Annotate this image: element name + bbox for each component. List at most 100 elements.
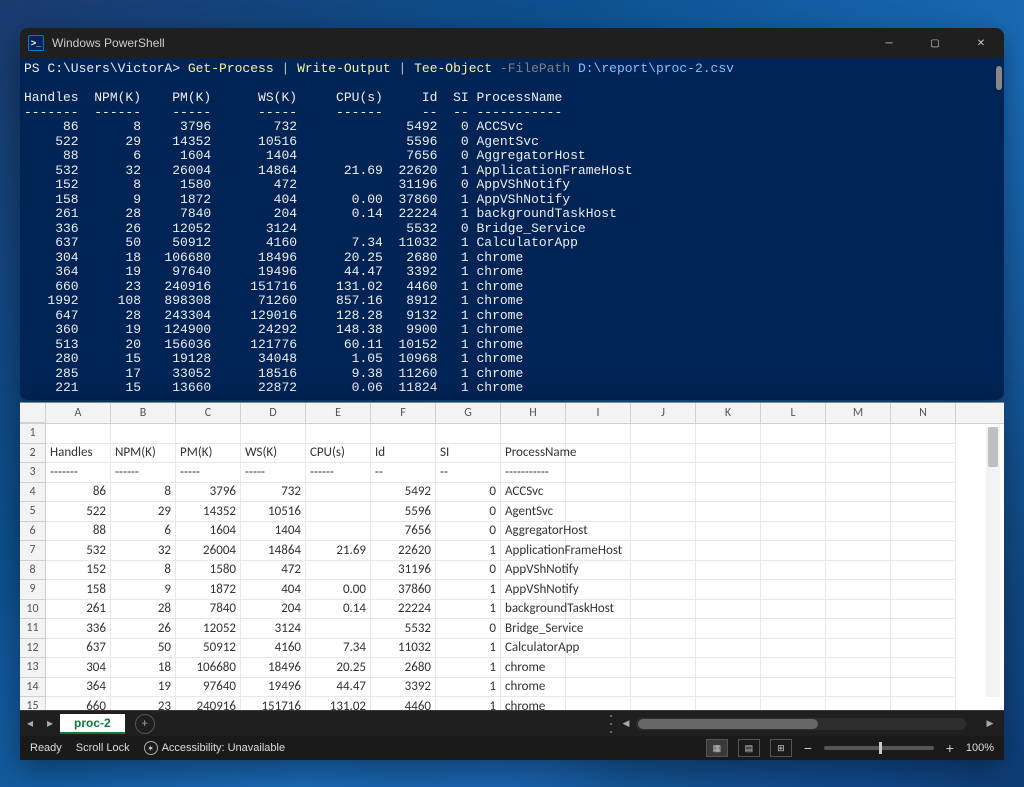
- cell[interactable]: 472: [241, 561, 306, 581]
- cell[interactable]: -------: [46, 463, 111, 483]
- column-header[interactable]: B: [111, 403, 176, 423]
- cell[interactable]: [566, 541, 631, 561]
- cell[interactable]: [306, 522, 371, 542]
- cell[interactable]: 404: [241, 580, 306, 600]
- cell[interactable]: 1: [436, 541, 501, 561]
- cell[interactable]: [826, 502, 891, 522]
- row-header[interactable]: 9: [20, 580, 46, 600]
- cell[interactable]: 18496: [241, 658, 306, 678]
- cell[interactable]: [631, 424, 696, 444]
- cell[interactable]: [631, 580, 696, 600]
- zoom-out-button[interactable]: −: [802, 740, 814, 756]
- column-header[interactable]: K: [696, 403, 761, 423]
- cell[interactable]: [631, 483, 696, 503]
- cell[interactable]: 0.00: [306, 580, 371, 600]
- hscroll-left[interactable]: ◀: [620, 718, 632, 729]
- cell[interactable]: [436, 424, 501, 444]
- cell[interactable]: -----------: [501, 463, 566, 483]
- cell[interactable]: ------: [306, 463, 371, 483]
- cell[interactable]: 2680: [371, 658, 436, 678]
- excel-grid[interactable]: ABCDEFGHIJKLMN 12HandlesNPM(K)PM(K)WS(K)…: [20, 403, 1004, 710]
- cell[interactable]: [566, 697, 631, 710]
- cell[interactable]: [306, 561, 371, 581]
- column-header[interactable]: E: [306, 403, 371, 423]
- cell[interactable]: [761, 678, 826, 698]
- excel-horizontal-scrollbar[interactable]: [636, 718, 966, 730]
- cell[interactable]: 7840: [176, 600, 241, 620]
- view-page-break-button[interactable]: ⊞: [770, 739, 792, 757]
- zoom-level[interactable]: 100%: [966, 742, 994, 754]
- column-header[interactable]: F: [371, 403, 436, 423]
- close-button[interactable]: ✕: [958, 28, 1004, 58]
- cell[interactable]: 50912: [176, 639, 241, 659]
- cell[interactable]: [826, 619, 891, 639]
- cell[interactable]: WS(K): [241, 444, 306, 464]
- cell[interactable]: chrome: [501, 697, 566, 710]
- cell[interactable]: Id: [371, 444, 436, 464]
- cell[interactable]: 0.14: [306, 600, 371, 620]
- cell[interactable]: [696, 541, 761, 561]
- cell[interactable]: 6: [111, 522, 176, 542]
- row-header[interactable]: 12: [20, 639, 46, 659]
- cell[interactable]: [826, 658, 891, 678]
- cell[interactable]: [761, 639, 826, 659]
- row-header[interactable]: 15: [20, 697, 46, 710]
- cell[interactable]: 7656: [371, 522, 436, 542]
- cell[interactable]: [306, 502, 371, 522]
- status-accessibility[interactable]: ✶ Accessibility: Unavailable: [144, 741, 286, 755]
- row-header[interactable]: 7: [20, 541, 46, 561]
- maximize-button[interactable]: ▢: [912, 28, 958, 58]
- cell[interactable]: [891, 541, 956, 561]
- cell[interactable]: [566, 678, 631, 698]
- cell[interactable]: CalculatorApp: [501, 639, 566, 659]
- cell[interactable]: 7.34: [306, 639, 371, 659]
- cell[interactable]: 5532: [371, 619, 436, 639]
- cell[interactable]: [631, 463, 696, 483]
- cell[interactable]: 1872: [176, 580, 241, 600]
- cell[interactable]: 29: [111, 502, 176, 522]
- row-header[interactable]: 11: [20, 619, 46, 639]
- cell[interactable]: [826, 697, 891, 710]
- cell[interactable]: [761, 600, 826, 620]
- cell[interactable]: 637: [46, 639, 111, 659]
- cell[interactable]: [631, 619, 696, 639]
- cell[interactable]: [696, 424, 761, 444]
- cell[interactable]: [891, 483, 956, 503]
- tab-nav-prev[interactable]: ▸: [40, 716, 60, 731]
- cell[interactable]: [696, 561, 761, 581]
- cell[interactable]: [761, 697, 826, 710]
- column-header[interactable]: I: [566, 403, 631, 423]
- cell[interactable]: -----: [241, 463, 306, 483]
- cell[interactable]: 22224: [371, 600, 436, 620]
- tab-splitter[interactable]: [608, 715, 614, 733]
- row-header[interactable]: 4: [20, 483, 46, 503]
- cell[interactable]: AgentSvc: [501, 502, 566, 522]
- cell[interactable]: [826, 522, 891, 542]
- cell[interactable]: 152: [46, 561, 111, 581]
- cell[interactable]: [826, 600, 891, 620]
- cell[interactable]: [761, 619, 826, 639]
- ps-scrollbar[interactable]: [996, 66, 1002, 90]
- cell[interactable]: [826, 444, 891, 464]
- cell[interactable]: [826, 483, 891, 503]
- cell[interactable]: 26004: [176, 541, 241, 561]
- cell[interactable]: [891, 639, 956, 659]
- column-header[interactable]: A: [46, 403, 111, 423]
- cell[interactable]: [631, 561, 696, 581]
- cell[interactable]: 21.69: [306, 541, 371, 561]
- cell[interactable]: 10516: [241, 502, 306, 522]
- cell[interactable]: [566, 619, 631, 639]
- view-normal-button[interactable]: ▦: [706, 739, 728, 757]
- column-header[interactable]: G: [436, 403, 501, 423]
- row-header[interactable]: 3: [20, 463, 46, 483]
- cell[interactable]: [566, 522, 631, 542]
- cell[interactable]: [631, 697, 696, 710]
- cell[interactable]: [306, 483, 371, 503]
- add-sheet-button[interactable]: +: [135, 714, 155, 734]
- cell[interactable]: 31196: [371, 561, 436, 581]
- cell[interactable]: chrome: [501, 678, 566, 698]
- cell[interactable]: [696, 463, 761, 483]
- cell[interactable]: 1: [436, 639, 501, 659]
- cell[interactable]: [826, 424, 891, 444]
- cell[interactable]: [761, 424, 826, 444]
